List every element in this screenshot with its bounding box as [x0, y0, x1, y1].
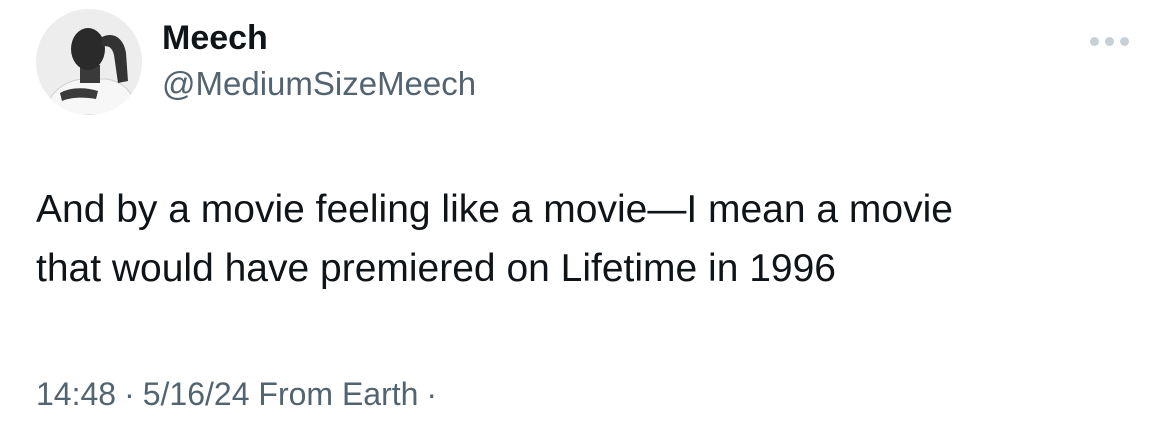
tweet-date[interactable]: 5/16/24 [143, 376, 250, 412]
more-horizontal-icon-dot [1119, 36, 1129, 46]
tweet-metadata: 14:48 · 5/16/24 From Earth · [36, 374, 437, 414]
meta-separator-trailing: · [426, 376, 438, 412]
more-horizontal-icon-dot [1104, 36, 1114, 46]
tweet-text: And by a movie feeling like a movie—I me… [36, 180, 1126, 298]
tweet-text-line-2: that would have premiered on Lifetime in… [36, 247, 836, 290]
display-name[interactable]: Meech [162, 18, 268, 58]
meta-separator: · [124, 376, 135, 412]
tweet-text-line-1: And by a movie feeling like a movie—I me… [36, 188, 953, 231]
tweet-location: From Earth [258, 376, 419, 412]
username-handle[interactable]: @MediumSizeMeech [162, 64, 476, 104]
more-horizontal-icon [1089, 36, 1099, 46]
profile-photo-icon [36, 9, 142, 115]
avatar[interactable] [36, 9, 142, 115]
tweet-time[interactable]: 14:48 [36, 376, 116, 412]
tweet-card: Meech @MediumSizeMeech And by a movie fe… [0, 0, 1170, 428]
more-options-button[interactable] [1082, 26, 1136, 56]
